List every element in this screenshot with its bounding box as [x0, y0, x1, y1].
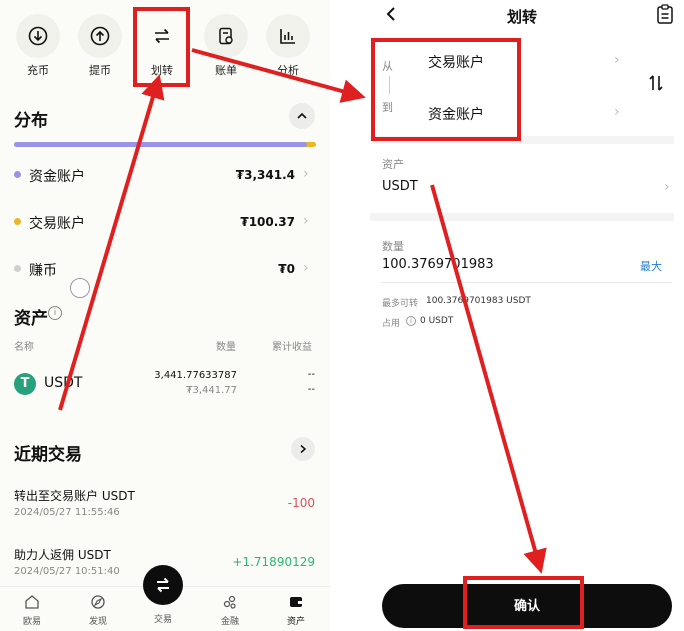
arrow-to-transfer-page	[191, 48, 366, 103]
arrow-to-confirm	[430, 184, 547, 574]
annotation-arrows	[58, 48, 547, 574]
arrow-to-transfer	[58, 74, 165, 411]
